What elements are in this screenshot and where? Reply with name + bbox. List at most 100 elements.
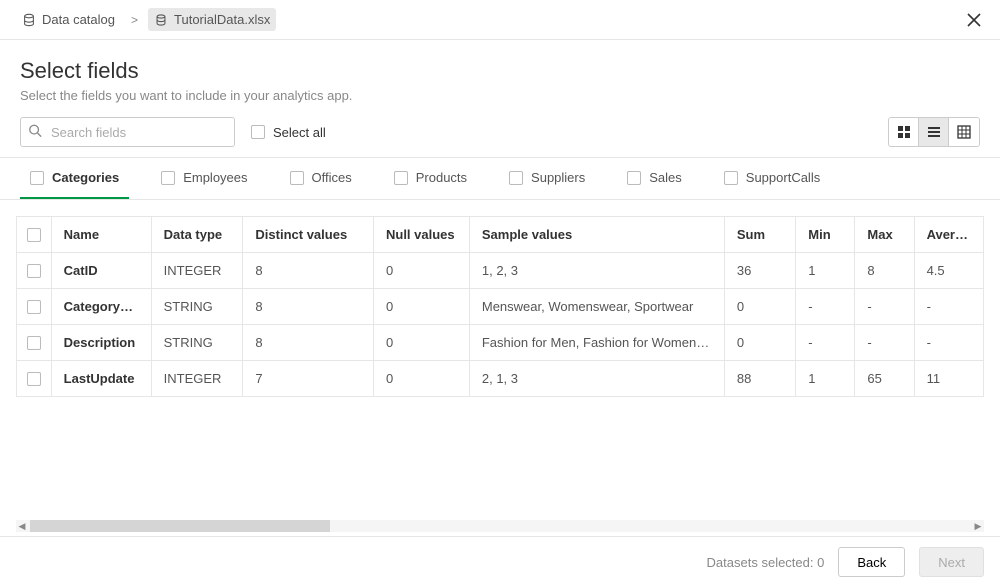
table-row[interactable]: CategoryNameSTRING80Menswear, Womenswear… xyxy=(17,289,984,325)
cell-sample: Fashion for Men, Fashion for Women, Spor… xyxy=(469,325,724,361)
cell-distinct: 7 xyxy=(243,361,374,397)
cell-average: 4.5 xyxy=(914,253,983,289)
cell-name: CatID xyxy=(51,253,151,289)
cell-max: - xyxy=(855,289,914,325)
cell-max: 8 xyxy=(855,253,914,289)
cell-datatype: INTEGER xyxy=(151,253,243,289)
fields-table-wrap: Name Data type Distinct values Null valu… xyxy=(0,200,1000,514)
header-average[interactable]: Average xyxy=(914,217,983,253)
header-distinct[interactable]: Distinct values xyxy=(243,217,374,253)
cell-sum: 0 xyxy=(724,289,795,325)
breadcrumb-root-label: Data catalog xyxy=(42,12,115,27)
tab-checkbox[interactable] xyxy=(509,171,523,185)
header-null[interactable]: Null values xyxy=(373,217,469,253)
cell-datatype: STRING xyxy=(151,289,243,325)
cell-distinct: 8 xyxy=(243,325,374,361)
fields-table: Name Data type Distinct values Null valu… xyxy=(16,216,984,397)
cell-distinct: 8 xyxy=(243,253,374,289)
table-icon xyxy=(957,125,971,139)
search-input[interactable] xyxy=(20,117,235,147)
close-icon xyxy=(967,13,981,27)
breadcrumb-separator: > xyxy=(131,13,138,27)
cell-null: 0 xyxy=(373,325,469,361)
status-label: Datasets selected: xyxy=(707,555,814,570)
row-checkbox[interactable] xyxy=(27,264,41,278)
cell-min: - xyxy=(796,325,855,361)
tab-label: Categories xyxy=(52,170,119,185)
row-checkbox-cell xyxy=(17,289,52,325)
row-checkbox[interactable] xyxy=(27,300,41,314)
tab-categories[interactable]: Categories xyxy=(20,158,129,199)
tab-label: Offices xyxy=(312,170,352,185)
view-list-button[interactable] xyxy=(919,118,949,146)
row-checkbox[interactable] xyxy=(27,372,41,386)
header-checkbox-cell xyxy=(17,217,52,253)
view-toggle xyxy=(888,117,980,147)
tab-employees[interactable]: Employees xyxy=(151,158,257,199)
tab-label: SupportCalls xyxy=(746,170,820,185)
catalog-icon xyxy=(22,13,36,27)
cell-max: - xyxy=(855,325,914,361)
tab-checkbox[interactable] xyxy=(394,171,408,185)
tabs: Categories Employees Offices Products Su… xyxy=(0,157,1000,200)
tab-offices[interactable]: Offices xyxy=(280,158,362,199)
header-max[interactable]: Max xyxy=(855,217,914,253)
grid-icon xyxy=(897,125,911,139)
tab-checkbox[interactable] xyxy=(161,171,175,185)
header-checkbox[interactable] xyxy=(27,228,41,242)
tab-checkbox[interactable] xyxy=(290,171,304,185)
select-all[interactable]: Select all xyxy=(251,125,326,140)
row-checkbox[interactable] xyxy=(27,336,41,350)
tab-products[interactable]: Products xyxy=(384,158,477,199)
cell-null: 0 xyxy=(373,289,469,325)
file-icon xyxy=(154,13,168,27)
search-icon xyxy=(28,124,42,141)
select-all-checkbox[interactable] xyxy=(251,125,265,139)
footer: Datasets selected: 0 Back Next xyxy=(0,536,1000,587)
tab-checkbox[interactable] xyxy=(627,171,641,185)
breadcrumb-current[interactable]: TutorialData.xlsx xyxy=(148,8,276,31)
tab-checkbox[interactable] xyxy=(30,171,44,185)
header-sum[interactable]: Sum xyxy=(724,217,795,253)
back-button[interactable]: Back xyxy=(838,547,905,577)
page-title: Select fields xyxy=(20,58,980,84)
cell-average: 11 xyxy=(914,361,983,397)
close-button[interactable] xyxy=(964,10,984,30)
table-row[interactable]: DescriptionSTRING80Fashion for Men, Fash… xyxy=(17,325,984,361)
cell-sample: Menswear, Womenswear, Sportwear xyxy=(469,289,724,325)
header-datatype[interactable]: Data type xyxy=(151,217,243,253)
cell-name: Description xyxy=(51,325,151,361)
header-min[interactable]: Min xyxy=(796,217,855,253)
tab-suppliers[interactable]: Suppliers xyxy=(499,158,595,199)
tab-supportcalls[interactable]: SupportCalls xyxy=(714,158,830,199)
tab-sales[interactable]: Sales xyxy=(617,158,692,199)
view-table-button[interactable] xyxy=(949,118,979,146)
cell-average: - xyxy=(914,325,983,361)
header-name[interactable]: Name xyxy=(51,217,151,253)
scroll-right-arrow[interactable]: ▶ xyxy=(972,520,984,532)
tab-label: Products xyxy=(416,170,467,185)
cell-datatype: STRING xyxy=(151,325,243,361)
status-count: 0 xyxy=(817,555,824,570)
scroll-left-arrow[interactable]: ◀ xyxy=(16,520,28,532)
cell-sample: 1, 2, 3 xyxy=(469,253,724,289)
cell-sum: 88 xyxy=(724,361,795,397)
table-row[interactable]: CatIDINTEGER801, 2, 336184.5 xyxy=(17,253,984,289)
breadcrumb-current-label: TutorialData.xlsx xyxy=(174,12,270,27)
datasets-selected-status: Datasets selected: 0 xyxy=(707,555,825,570)
cell-sum: 0 xyxy=(724,325,795,361)
cell-name: CategoryName xyxy=(51,289,151,325)
tab-checkbox[interactable] xyxy=(724,171,738,185)
header-sample[interactable]: Sample values xyxy=(469,217,724,253)
scroll-thumb[interactable] xyxy=(30,520,330,532)
row-checkbox-cell xyxy=(17,253,52,289)
tab-label: Employees xyxy=(183,170,247,185)
cell-name: LastUpdate xyxy=(51,361,151,397)
toolbar: Select all xyxy=(0,103,1000,157)
breadcrumb-root[interactable]: Data catalog xyxy=(16,8,121,31)
next-button[interactable]: Next xyxy=(919,547,984,577)
table-row[interactable]: LastUpdateINTEGER702, 1, 38816511 xyxy=(17,361,984,397)
horizontal-scrollbar[interactable]: ◀ ▶ xyxy=(16,520,984,532)
cell-max: 65 xyxy=(855,361,914,397)
view-grid-button[interactable] xyxy=(889,118,919,146)
